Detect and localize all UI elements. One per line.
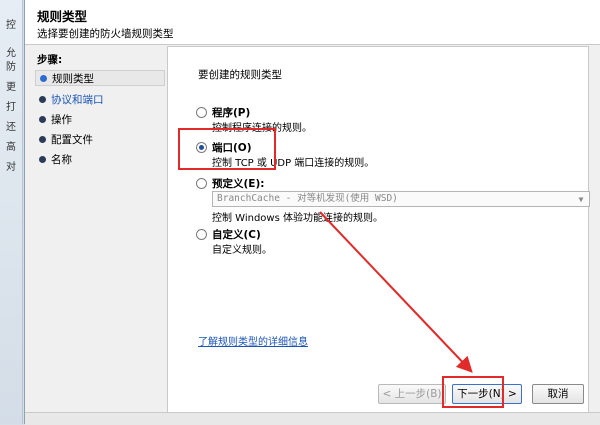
bullet-icon <box>39 96 46 103</box>
step-label: 配置文件 <box>51 134 93 146</box>
option-custom-desc: 自定义规则。 <box>212 245 272 256</box>
predefined-select[interactable]: BranchCache - 对等机发现(使用 WSD) ▼ <box>212 191 590 207</box>
bg-char: 控 <box>6 20 16 31</box>
bullet-icon <box>39 136 46 143</box>
page-title: 规则类型 <box>37 9 88 24</box>
step-label: 规则类型 <box>52 73 94 85</box>
step-label: 协议和端口 <box>51 94 104 106</box>
step-protocol-port[interactable]: 协议和端口 <box>35 92 165 108</box>
bg-char: 防 <box>6 62 16 73</box>
annotation-box-port <box>178 128 276 170</box>
radio-custom[interactable] <box>196 229 207 240</box>
bullet-icon <box>39 156 46 163</box>
option-program-title[interactable]: 程序(P) <box>212 105 250 120</box>
steps-panel: 步骤: 规则类型 协议和端口 操作 配置文件 名称 <box>31 48 165 414</box>
wizard-dialog: 规则类型 选择要创建的防火墙规则类型 步骤: 规则类型 协议和端口 操作 配置文… <box>24 0 600 425</box>
step-profile[interactable]: 配置文件 <box>35 132 165 148</box>
radio-program[interactable] <box>196 107 207 118</box>
back-button[interactable]: < 上一步(B) <box>378 384 446 404</box>
bg-char: 打 <box>6 102 16 113</box>
step-action[interactable]: 操作 <box>35 112 165 128</box>
bullet-icon <box>39 116 46 123</box>
step-rule-type[interactable]: 规则类型 <box>35 70 165 86</box>
radio-predefined[interactable] <box>196 178 207 189</box>
step-label: 操作 <box>51 114 72 126</box>
cancel-button[interactable]: 取消 <box>532 384 584 404</box>
option-predefined-title[interactable]: 预定义(E): <box>212 176 264 191</box>
bullet-icon <box>40 75 47 82</box>
chevron-down-icon: ▼ <box>578 195 584 204</box>
steps-label: 步骤: <box>37 54 63 66</box>
bg-char: 对 <box>6 162 16 173</box>
learn-more-link[interactable]: 了解规则类型的详细信息 <box>198 333 308 348</box>
page-subtitle: 选择要创建的防火墙规则类型 <box>37 28 174 40</box>
option-custom-title[interactable]: 自定义(C) <box>212 227 261 242</box>
annotation-box-next <box>442 376 504 408</box>
step-label: 名称 <box>51 154 72 166</box>
dialog-header: 规则类型 选择要创建的防火墙规则类型 <box>25 0 600 45</box>
bg-char: 还 <box>6 122 16 133</box>
bg-char: 更 <box>6 82 16 93</box>
rule-type-panel: 要创建的规则类型 程序(P) 控制程序连接的规则。 端口(O) 控制 TCP 或… <box>167 46 590 414</box>
background-window-strip: 控 允 防 更 打 还 高 对 <box>0 0 23 424</box>
bg-char: 高 <box>6 142 16 153</box>
prompt-label: 要创建的规则类型 <box>198 69 282 81</box>
dialog-bottom-edge <box>25 412 600 425</box>
bg-char: 允 <box>6 48 16 59</box>
predefined-select-value: BranchCache - 对等机发现(使用 WSD) <box>217 193 398 204</box>
step-name[interactable]: 名称 <box>35 152 165 168</box>
option-predefined-desc: 控制 Windows 体验功能连接的规则。 <box>212 213 383 224</box>
